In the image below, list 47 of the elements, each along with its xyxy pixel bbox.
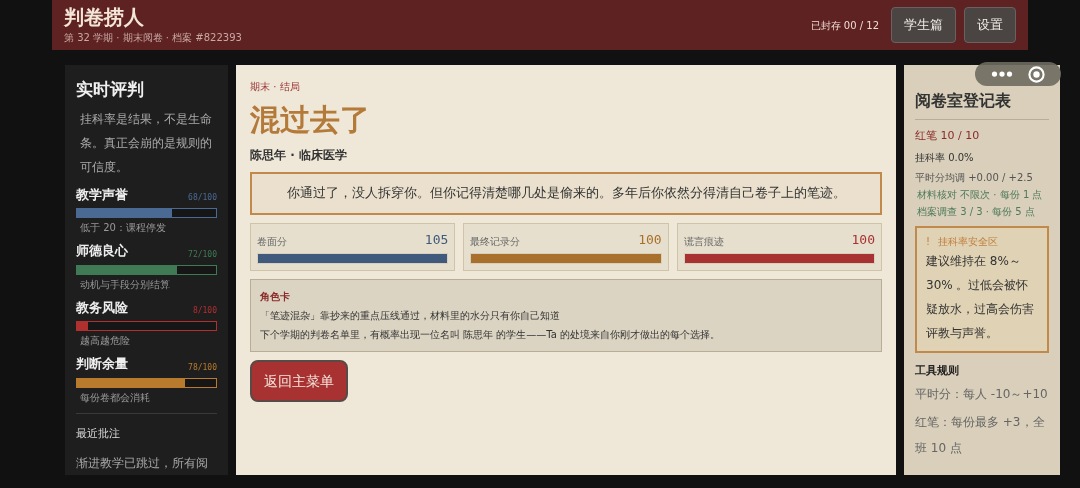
card-line: 「笔迹混杂」靠抄来的重点压线通过，材料里的水分只有你自己知道	[260, 309, 561, 324]
app-subtitle: 第 32 学期 · 期末阅卷 · 档案 #822393	[64, 31, 242, 45]
alert-icon: !	[926, 233, 930, 249]
student-name: 陈思年 · 临床医学	[250, 147, 348, 164]
meter-label: 教务风险	[76, 298, 128, 317]
fail-rate: 挂科率 0.0%	[915, 150, 975, 165]
section-title: 最近批注	[76, 425, 121, 442]
verdict-text: 你通过了，没人拆穿你。但你记得清楚哪几处是偷来的。多年后你依然分得清自己卷子上的笔迹。	[250, 172, 882, 215]
meter-label: 判断余量	[76, 355, 128, 373]
breadcrumb: 期末 · 结局	[250, 80, 301, 94]
meter-note: 低于 20：课程停发	[79, 221, 167, 235]
score-value: 100	[851, 230, 875, 249]
ending-title: 混过去了	[250, 101, 371, 139]
meter-reading: 8/100	[192, 305, 217, 317]
app-title: 判卷捞人	[64, 5, 145, 30]
intro-text: 挂科率是结果，不是生命条。真正会崩的是规则的可信度。	[79, 110, 213, 176]
meter-note: 每份卷都会消耗	[79, 390, 151, 405]
score-label: 最终记录分	[470, 235, 521, 250]
rule-text: 平时分：每人 -10～+10	[915, 386, 1049, 403]
meter-label: 教学声誉	[76, 185, 128, 204]
usual-score: 平时分均调 +0.00 / +2.5	[915, 170, 1034, 185]
recent-note: 渐进教学已跳过，所有阅	[76, 455, 209, 472]
score-label: 卷面分	[257, 235, 287, 250]
alert-text: 建议维持在 8%～30% 。过低会被怀疑放水，过高会伤害评教与声誉。	[926, 252, 1035, 342]
header-button[interactable]: 学生篇	[891, 7, 956, 43]
score-label: 谎言痕迹	[683, 235, 724, 250]
meter-label: 师德良心	[76, 242, 128, 260]
panel-title: 实时评判	[76, 78, 145, 101]
rule-text: 红笔：每份最多 +3，全班 10 点	[915, 414, 1046, 457]
meter-note: 越高越危险	[79, 334, 131, 348]
meter-reading: 78/100	[188, 361, 217, 374]
alert-title: 挂科率安全区	[938, 234, 998, 249]
sealed-count: 已封存 00 / 12	[810, 18, 879, 33]
card-line: 下个学期的判卷名单里，有概率出现一位名叫 陈思年 的学生——Ta 的处境来自你刚才做出的每个选择。	[260, 328, 722, 343]
score-value: 105	[424, 230, 449, 249]
check-quota: 档案调查 3 / 3 · 每份 5 点	[916, 204, 1036, 219]
panel-title: 阅卷室登记表	[915, 89, 1049, 120]
section-title: 工具规则	[915, 362, 960, 379]
score-value: 100	[638, 230, 662, 249]
meter-note: 动机与手段分别结算	[79, 277, 171, 292]
meter-reading: 72/100	[188, 248, 217, 261]
return-button[interactable]: 返回主菜单	[250, 360, 348, 403]
meter-reading: 68/100	[188, 192, 217, 204]
card-title: 角色卡	[260, 290, 291, 305]
check-quota: 材料核对 不限次 · 每份 1 点	[916, 187, 1044, 202]
pen-quota: 红笔 10 / 10	[915, 128, 981, 144]
header-button[interactable]: 设置	[964, 7, 1016, 43]
